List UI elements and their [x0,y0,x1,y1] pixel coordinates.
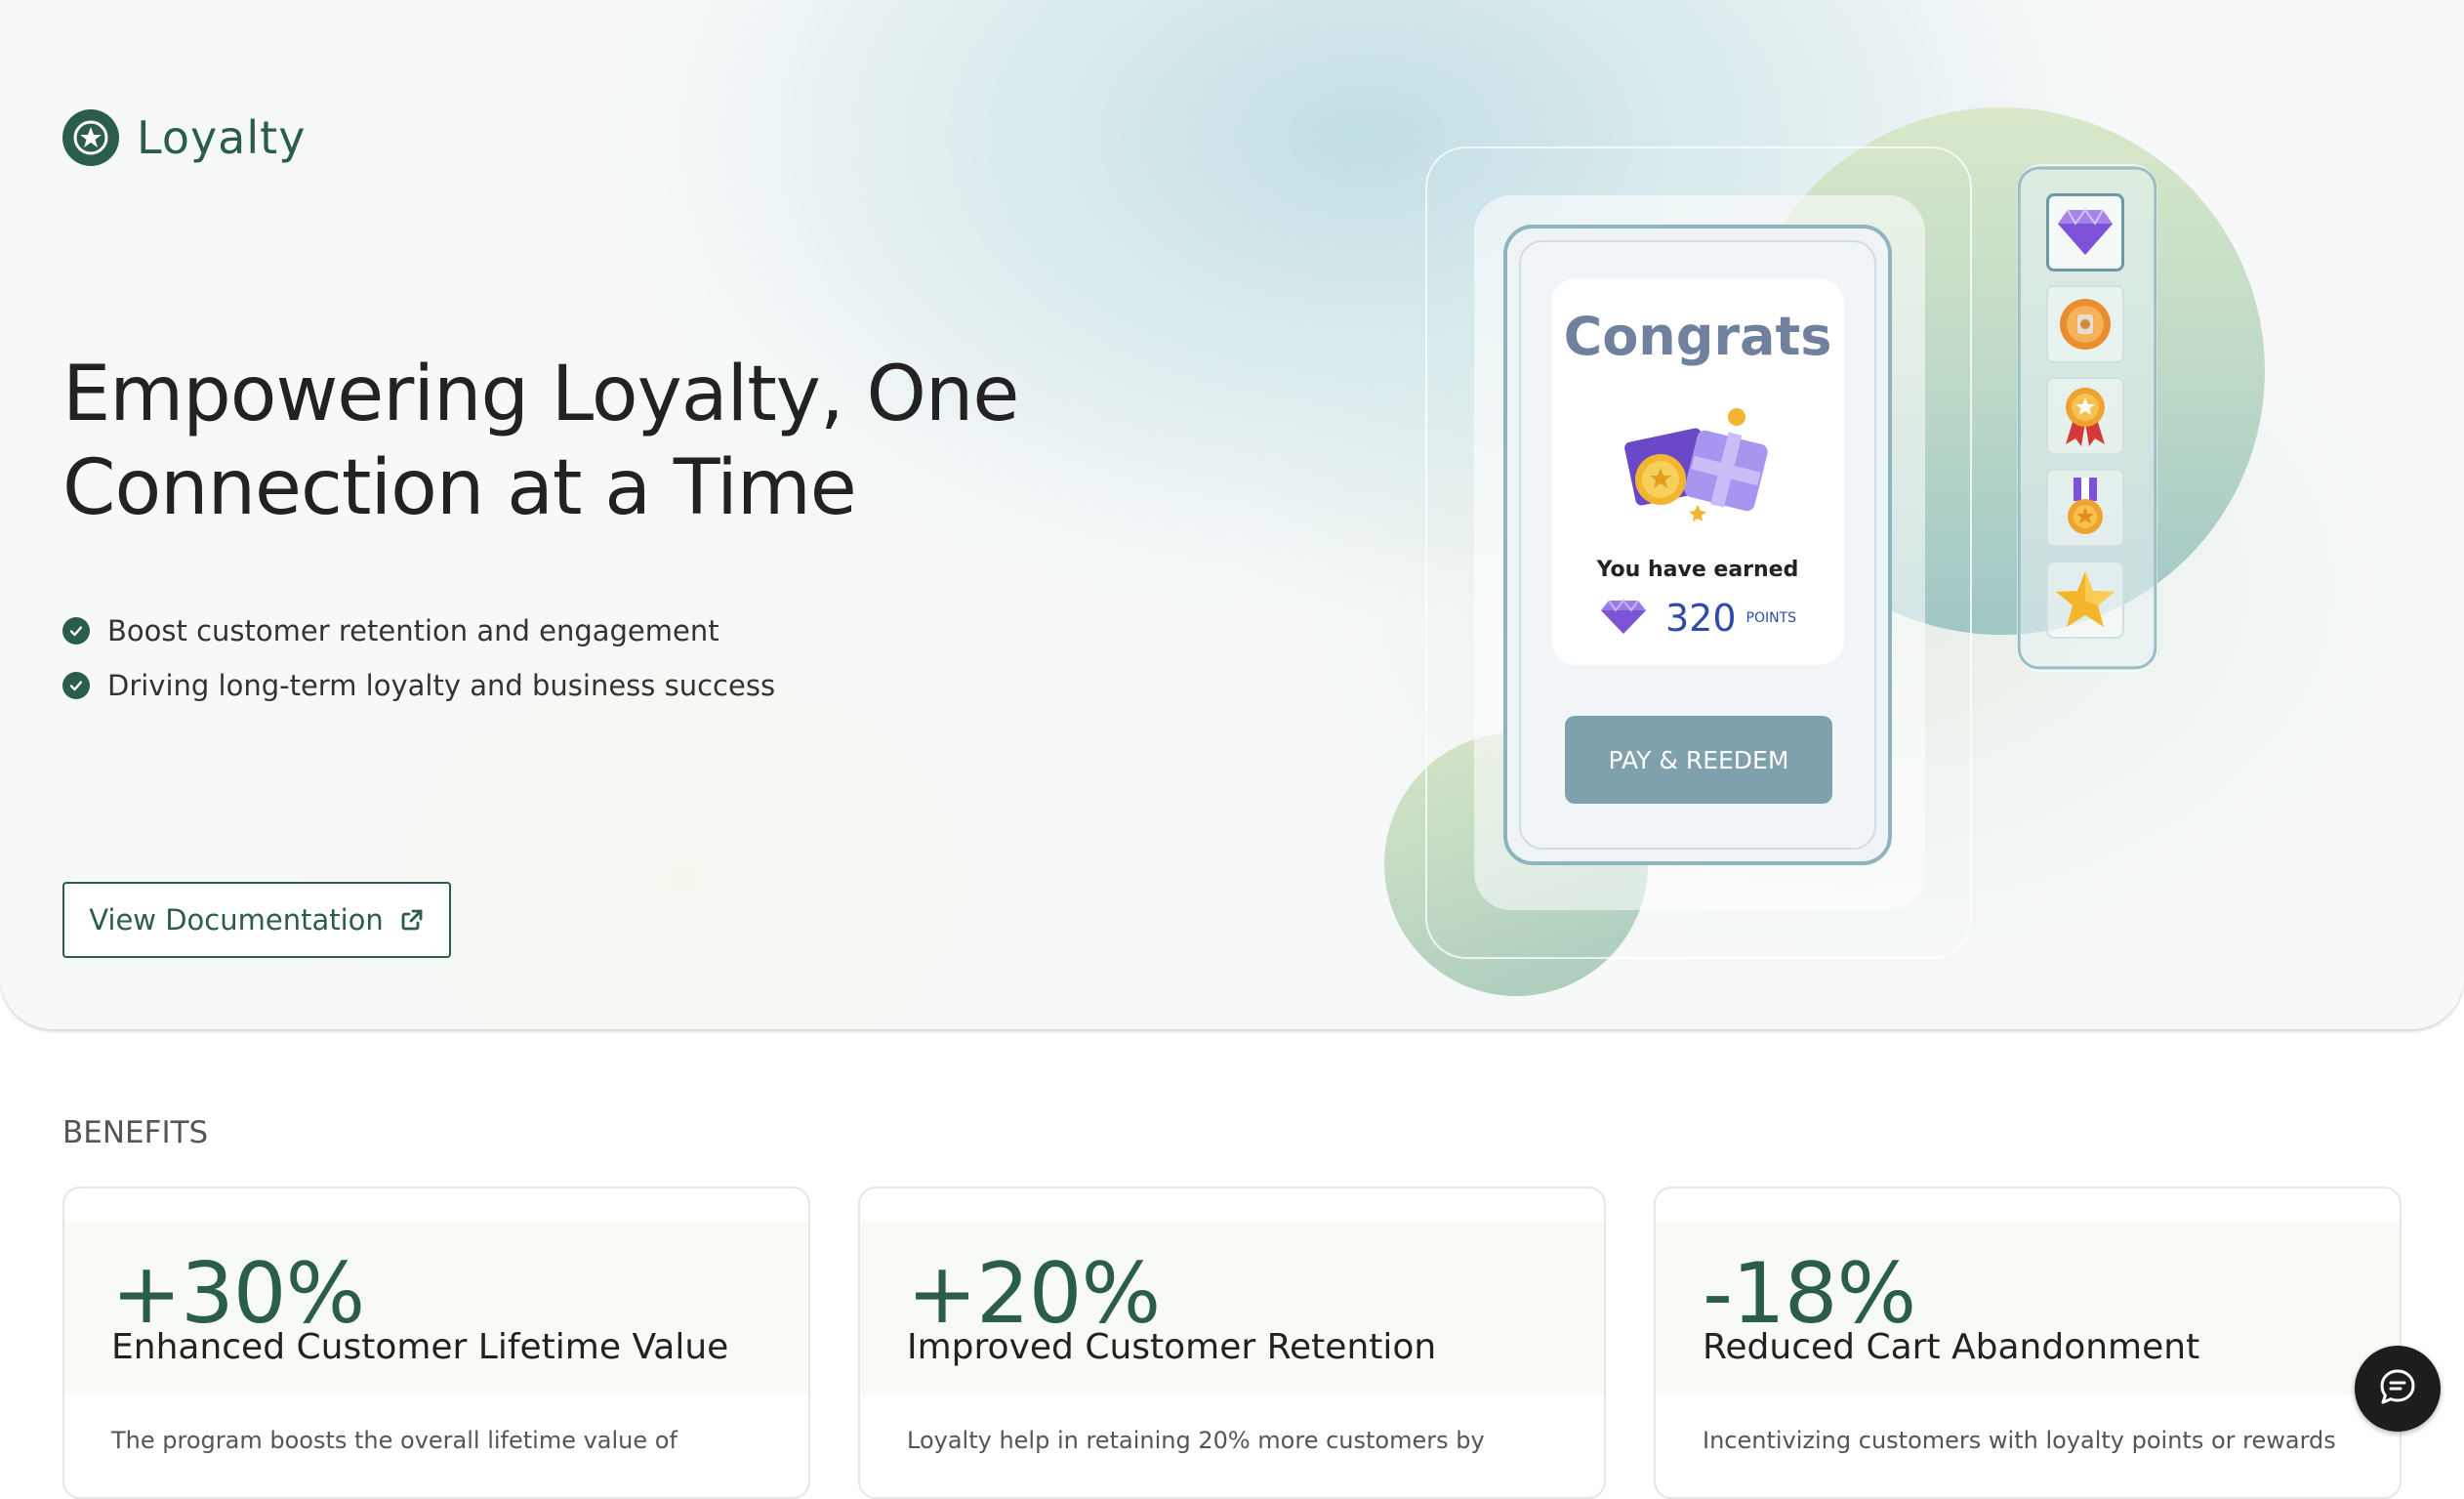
star-icon[interactable] [2046,561,2124,639]
star-badge-icon [62,109,119,166]
hero-headline: Empowering Loyalty, One Connection at a … [62,351,1019,532]
chat-button[interactable] [2355,1346,2441,1432]
benefit-description: The program boosts the overall lifetime … [111,1427,678,1454]
diamond-icon[interactable] [2046,193,2124,271]
benefit-title: Enhanced Customer Lifetime Value [111,1327,729,1367]
points-label: POINTS [1745,610,1797,626]
benefit-card: -18% Reduced Cart Abandonment Incentiviz… [1654,1187,2402,1499]
benefit-description: Incentivizing customers with loyalty poi… [1703,1427,2336,1454]
view-documentation-label: View Documentation [89,903,384,937]
bullet-text: Driving long-term loyalty and business s… [107,669,776,702]
medal-icon[interactable] [2046,469,2124,547]
diamond-icon [1599,597,1648,640]
medal-ribbon-icon[interactable] [2046,377,2124,455]
chat-icon [2376,1365,2419,1412]
list-item: Boost customer retention and engagement [62,604,775,658]
earned-text: You have earned [1596,558,1799,582]
brand-name: Loyalty [137,111,307,164]
bullet-text: Boost customer retention and engagement [107,614,719,647]
check-icon [62,672,90,699]
gift-box-icon [1622,403,1778,534]
pay-and-redeem-button[interactable]: PAY & REEDEM [1565,716,1832,804]
benefit-card: +20% Improved Customer Retention Loyalty… [858,1187,1606,1499]
points-row: 320 POINTS [1551,597,1844,640]
benefits-heading: BENEFITS [62,1115,209,1150]
congrats-title: Congrats [1563,306,1832,367]
coin-icon[interactable] [2046,285,2124,363]
view-documentation-button[interactable]: View Documentation [62,882,451,958]
hero-bullet-list: Boost customer retention and engagement … [62,604,775,713]
list-item: Driving long-term loyalty and business s… [62,658,775,713]
congrats-card: Congrats You have earned 320 POINTS [1551,278,1844,665]
benefit-title: Improved Customer Retention [907,1327,1437,1367]
benefit-title: Reduced Cart Abandonment [1703,1327,2200,1367]
benefit-description: Loyalty help in retaining 20% more custo… [907,1427,1485,1454]
benefit-card: +30% Enhanced Customer Lifetime Value Th… [62,1187,810,1499]
hero-section: Loyalty Empowering Loyalty, One Connecti… [0,0,2464,1029]
check-icon [62,617,90,645]
points-value: 320 [1664,597,1737,640]
brand-logo[interactable]: Loyalty [62,109,306,166]
external-link-icon [399,907,425,933]
